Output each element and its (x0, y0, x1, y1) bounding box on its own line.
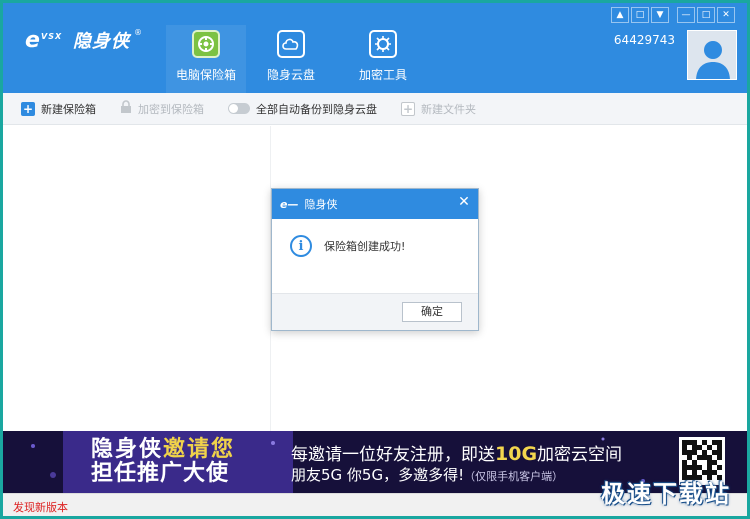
close-icon[interactable]: ✕ (717, 7, 735, 23)
app-logo: e VSX 隐身侠 ® (25, 25, 142, 55)
logo-mark-sub: VSX (41, 32, 63, 41)
encrypt-tool-icon (369, 30, 397, 58)
plus-icon: + (21, 101, 35, 116)
tab-encrypt-tools[interactable]: 加密工具 (343, 25, 423, 93)
encrypt-to-safe-label: 加密到保险箱 (138, 102, 204, 116)
safe-list-pane (3, 126, 271, 431)
dialog-message-row: i 保险箱创建成功! (290, 235, 405, 257)
new-folder-button[interactable]: + 新建文件夹 (387, 93, 486, 125)
logo-mark: e VSX (25, 28, 69, 53)
banner-offer-line1: 每邀请一位好友注册，即送10G加密云空间 (291, 440, 622, 465)
tab-cloud-disk-label: 隐身云盘 (266, 68, 315, 82)
toolbar: + 新建保险箱 加密到保险箱 全部自动备份到隐身云盘 + 新建文件夹 (3, 93, 747, 125)
tab-cloud-disk[interactable]: 隐身云盘 (251, 25, 331, 93)
tab-computer-safe[interactable]: 电脑保险箱 (166, 25, 246, 93)
new-folder-label: 新建文件夹 (421, 102, 476, 116)
watermark: 极速下载站 (601, 480, 731, 508)
banner-offer-suffix: 加密云空间 (537, 445, 623, 465)
add-folder-icon: + (401, 101, 415, 116)
info-icon: i (290, 235, 312, 257)
safe-icon (192, 30, 220, 58)
header: e VSX 隐身侠 ® 电脑保险箱 隐身云盘 加密工具 ▲ □ ▼ — □ ✕ … (3, 3, 747, 93)
user-avatar-icon (688, 31, 736, 79)
user-id: 64429743 (613, 33, 675, 47)
status-bar: 发现新版本 极速下载站 (3, 480, 747, 516)
banner-promo-line1: 隐身侠邀请您 (91, 438, 235, 462)
banner-offer-line2: 朋友5G 你5G，多邀多得!（仅限手机客户端） (291, 464, 563, 485)
logo-mark-letter: e (25, 28, 40, 53)
encrypt-to-safe-button[interactable]: 加密到保险箱 (106, 93, 214, 125)
tab-computer-safe-label: 电脑保险箱 (175, 68, 236, 82)
menu-icon[interactable]: ▼ (651, 7, 669, 23)
banner-offer-prefix: 每邀请一位好友注册，即送 (291, 445, 495, 465)
maximize-icon[interactable]: □ (697, 7, 715, 23)
auto-backup-toggle[interactable]: 全部自动备份到隐身云盘 (214, 93, 387, 125)
banner-offer-accent: 10G (495, 443, 538, 465)
dialog-title: 隐身侠 (304, 198, 338, 211)
window-controls: ▲ □ ▼ — □ ✕ (611, 7, 735, 23)
auto-backup-label: 全部自动备份到隐身云盘 (256, 102, 377, 116)
minimize-icon[interactable]: — (677, 7, 695, 23)
logo-name: 隐身侠 (73, 31, 130, 52)
new-safe-button[interactable]: + 新建保险箱 (3, 93, 106, 125)
message-icon[interactable]: □ (631, 7, 649, 23)
new-version-link[interactable]: 发现新版本 (13, 499, 68, 515)
dialog-logo-icon: e— (280, 197, 299, 211)
success-dialog: e— 隐身侠 ✕ i 保险箱创建成功! 确定 (271, 188, 479, 331)
tab-encrypt-tools-label: 加密工具 (358, 68, 407, 82)
banner-offer-main: 朋友5G 你5G，多邀多得! (291, 466, 465, 484)
banner-promo-brand: 隐身侠 (91, 437, 164, 462)
app-window: e VSX 隐身侠 ® 电脑保险箱 隐身云盘 加密工具 ▲ □ ▼ — □ ✕ … (0, 0, 750, 519)
banner-offer-note: （仅限手机客户端） (464, 470, 564, 483)
toggle-switch (228, 103, 250, 114)
lock-icon (120, 100, 132, 117)
skin-icon[interactable]: ▲ (611, 7, 629, 23)
ok-button[interactable]: 确定 (402, 302, 462, 322)
dialog-footer: 确定 (272, 293, 478, 330)
dialog-message: 保险箱创建成功! (324, 240, 406, 253)
cloud-icon (277, 30, 305, 58)
avatar[interactable] (687, 30, 737, 80)
logo-reg: ® (134, 27, 142, 37)
dialog-close-icon[interactable]: ✕ (456, 194, 472, 210)
new-safe-label: 新建保险箱 (41, 102, 96, 116)
banner-promo-line2: 担任推广大使 (91, 461, 230, 486)
banner-promo-invite: 邀请您 (163, 437, 236, 462)
dialog-titlebar: e— 隐身侠 (272, 189, 478, 219)
